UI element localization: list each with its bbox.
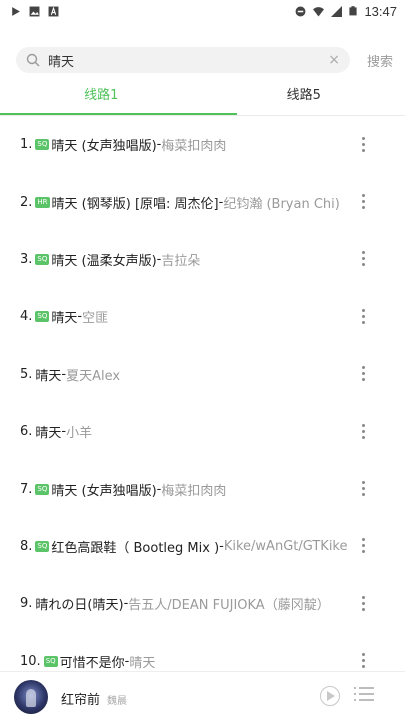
quality-badge: SQ (43, 655, 58, 667)
play-notification-icon (12, 6, 20, 16)
song-artist: 吉拉朵 (161, 253, 201, 269)
song-row[interactable]: 4. SQ 晴天 - 空匪 (0, 288, 405, 345)
signal-icon (331, 5, 343, 17)
album-cover[interactable] (14, 680, 48, 714)
search-button[interactable]: 搜索 (367, 51, 393, 70)
song-artist: 告五人/DEAN FUJIOKA（藤冈靛） (128, 598, 330, 614)
song-row[interactable]: 8. SQ 红色高跟鞋（ Bootleg Mix ) - Kike/wAnGt/GTKi… (0, 518, 405, 575)
song-number: 4. (20, 309, 33, 325)
more-options-icon[interactable] (361, 653, 365, 669)
song-row[interactable]: 3. SQ 晴天 (温柔女声版) - 吉拉朵 (0, 231, 405, 288)
song-title: 晴天 (女声独唱版) (51, 483, 157, 499)
quality-badge: SQ (35, 483, 50, 495)
quality-badge: SQ (35, 540, 50, 552)
more-options-icon[interactable] (361, 481, 365, 497)
quality-badge: HR (35, 196, 50, 208)
song-row[interactable]: 6. 晴天 - 小羊 (0, 403, 405, 460)
wifi-icon (313, 6, 325, 16)
do-not-disturb-icon (296, 6, 306, 16)
image-notification-icon (29, 6, 40, 16)
more-options-icon[interactable] (361, 366, 365, 382)
more-options-icon[interactable] (361, 595, 365, 612)
search-icon (26, 53, 40, 67)
more-options-icon[interactable] (361, 194, 365, 210)
more-options-icon[interactable] (361, 136, 365, 153)
song-title: 晴天 (女声独唱版) (51, 139, 157, 155)
song-title: 可惜不是你 (59, 655, 125, 671)
song-number: 9. (20, 596, 33, 612)
song-number: 7. (20, 481, 33, 497)
more-options-icon[interactable] (361, 423, 365, 440)
search-box[interactable]: × (16, 47, 350, 73)
song-title: 晴天 (51, 311, 78, 327)
song-number: 10. (20, 653, 41, 669)
player-song-title: 红帘前 (61, 693, 101, 708)
search-input[interactable] (48, 52, 329, 68)
battery-icon (349, 6, 358, 16)
song-number: 6. (20, 424, 33, 440)
song-title: 晴天 (钢琴版) [原唱: 周杰伦] (51, 196, 219, 212)
song-artist: 小羊 (66, 426, 93, 442)
tab-route-1[interactable]: 线路1 (0, 82, 203, 116)
song-artist: 梅菜扣肉肉 (161, 139, 227, 155)
playlist-icon[interactable] (354, 687, 374, 705)
song-title: 晴天 (35, 368, 62, 384)
quality-badge: SQ (35, 139, 50, 151)
quality-badge: SQ (35, 253, 50, 265)
song-title: 晴天 (温柔女声版) (51, 253, 157, 269)
text-notification-icon (48, 5, 59, 16)
song-list: 1. SQ 晴天 (女声独唱版) - 梅菜扣肉肉 2. HR 晴天 (钢琴版) [原唱: 周杰… (0, 116, 405, 690)
song-title: 红色高跟鞋（ Bootleg Mix ) (51, 540, 220, 556)
song-row[interactable]: 2. HR 晴天 (钢琴版) [原唱: 周杰伦] - 纪钧瀚 (Bryan Chi) (0, 173, 405, 230)
song-title: 晴天 (35, 426, 62, 442)
quality-badge: SQ (35, 311, 50, 323)
song-number: 3. (20, 251, 33, 267)
more-options-icon[interactable] (361, 251, 365, 267)
status-bar: 13:47 (0, 0, 405, 22)
search-row: × 搜索 (16, 46, 396, 74)
more-options-icon[interactable] (361, 308, 365, 325)
song-artist: 夏天Alex (66, 368, 121, 384)
song-title: 晴れの日(晴天) (35, 598, 124, 614)
song-artist: 梅菜扣肉肉 (161, 483, 227, 499)
player-artist: 魏晨 (107, 696, 127, 707)
song-row[interactable]: 5. 晴天 - 夏天Alex (0, 346, 405, 403)
source-tabs: 线路1 线路5 (0, 82, 405, 116)
tab-route-5[interactable]: 线路5 (203, 82, 405, 116)
song-row[interactable]: 7. SQ 晴天 (女声独唱版) - 梅菜扣肉肉 (0, 460, 405, 517)
clock: 13:47 (364, 3, 397, 19)
song-number: 5. (20, 366, 33, 382)
song-row[interactable]: 1. SQ 晴天 (女声独唱版) - 梅菜扣肉肉 (0, 116, 405, 173)
song-number: 1. (20, 137, 33, 153)
song-artist: 空匪 (82, 311, 109, 327)
play-icon[interactable] (320, 686, 340, 706)
song-artist: Kike/wAnGt/GTKike (223, 538, 348, 554)
clear-icon[interactable]: × (328, 52, 340, 68)
song-row[interactable]: 9. 晴れの日(晴天) - 告五人/DEAN FUJIOKA（藤冈靛） (0, 575, 405, 632)
song-artist: 纪钧瀚 (Bryan Chi) (223, 196, 340, 212)
song-number: 2. (20, 194, 33, 210)
mini-player[interactable]: 红帘前 魏晨 (0, 671, 405, 720)
song-number: 8. (20, 538, 33, 554)
song-artist: 晴天 (129, 655, 156, 671)
more-options-icon[interactable] (361, 538, 365, 554)
